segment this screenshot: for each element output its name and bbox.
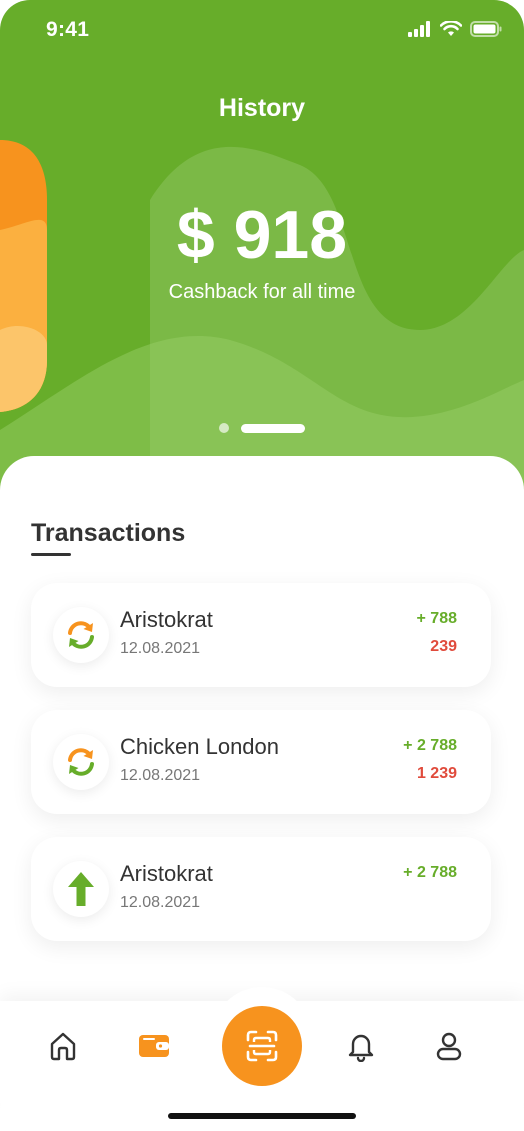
bell-icon [348, 1034, 374, 1062]
transaction-card[interactable]: Aristokrat 12.08.2021 + 2 788 [31, 837, 491, 941]
pager-dot-active[interactable] [241, 423, 305, 433]
page-title: History [218, 94, 306, 122]
cashback-earned: + 2 788 [403, 737, 457, 754]
merchant-name: Aristokrat [120, 861, 213, 886]
section-title: Transactions [31, 519, 186, 547]
signal-icon [408, 21, 430, 37]
exchange-icon [68, 748, 94, 776]
merchant-name: Aristokrat [120, 607, 213, 632]
pager-dot[interactable] [219, 423, 229, 433]
home-icon [50, 1032, 76, 1061]
history-header: 9:41 History $ 918 Cashback for all time [0, 0, 524, 500]
transaction-date: 12.08.2021 [120, 894, 201, 911]
scan-button[interactable] [222, 1006, 302, 1086]
user-icon [436, 1032, 462, 1061]
section-underline [31, 553, 71, 556]
exchange-icon [68, 621, 94, 649]
transaction-icon-circle [53, 734, 109, 790]
cashback-spent: 239 [430, 638, 457, 655]
wifi-icon [440, 21, 462, 36]
cashback-amount: $ 918 [176, 197, 348, 273]
arrow-up-icon [68, 872, 94, 906]
transaction-icon-circle [53, 607, 109, 663]
transaction-date: 12.08.2021 [120, 767, 201, 784]
tab-home[interactable] [46, 1029, 80, 1063]
carousel-pager[interactable] [219, 423, 305, 433]
tab-wallet[interactable] [137, 1029, 171, 1063]
tab-profile[interactable] [432, 1029, 466, 1063]
cashback-spent: 1 239 [416, 765, 457, 782]
wallet-icon [139, 1035, 169, 1057]
scan-icon [246, 1030, 278, 1062]
tab-notifications[interactable] [344, 1029, 378, 1063]
app-screen: 9:41 History $ 918 Cashback for all time… [0, 0, 524, 1131]
transaction-card[interactable]: Aristokrat 12.08.2021 + 788 239 [31, 583, 491, 687]
bottom-tab-bar [0, 987, 524, 1131]
transaction-date: 12.08.2021 [120, 640, 201, 657]
merchant-name: Chicken London [120, 734, 280, 759]
cashback-earned: + 2 788 [403, 864, 457, 881]
cashback-caption: Cashback for all time [168, 281, 356, 303]
home-indicator[interactable] [168, 1113, 356, 1119]
cashback-earned: + 788 [416, 610, 457, 627]
transaction-icon-circle [53, 861, 109, 917]
transaction-card[interactable]: Chicken London 12.08.2021 + 2 788 1 239 [31, 710, 491, 814]
status-bar: 9:41 [0, 0, 524, 60]
status-time: 9:41 [46, 18, 90, 41]
battery-icon [470, 21, 502, 37]
